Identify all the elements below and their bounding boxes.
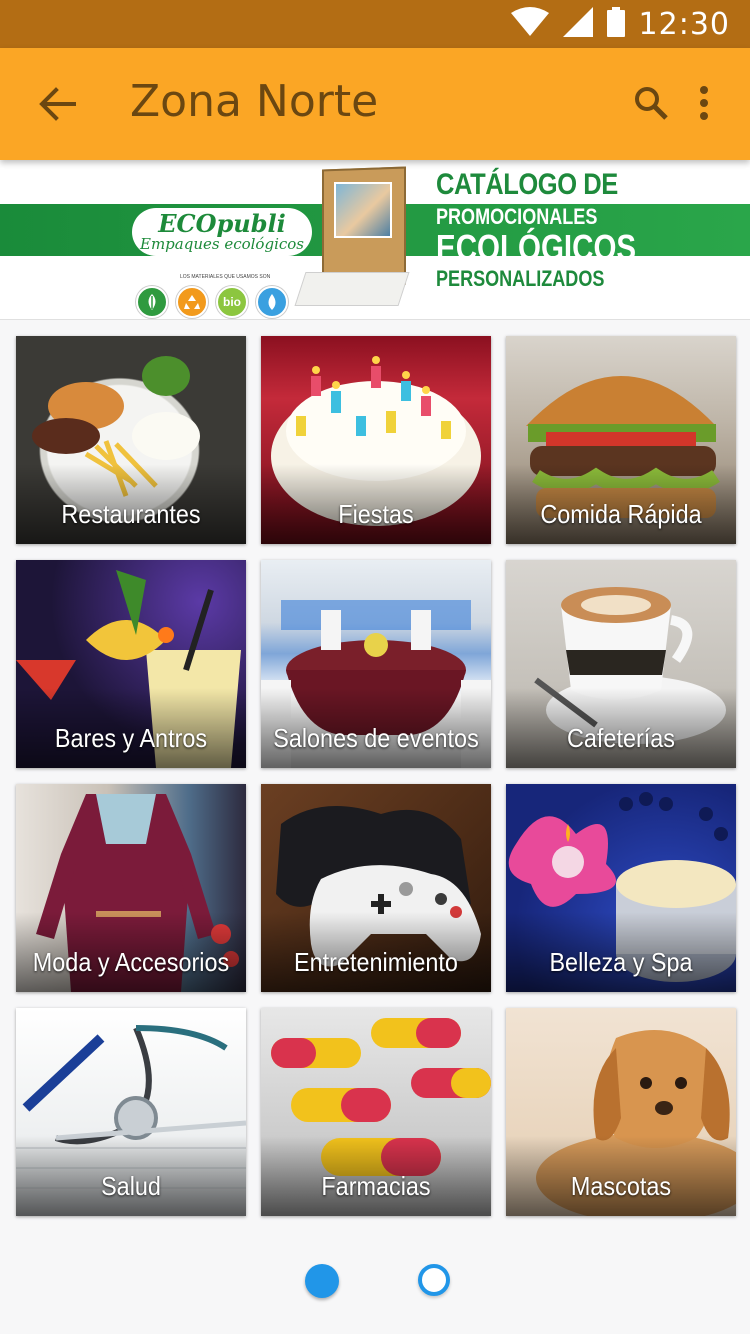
category-label: Belleza y Spa: [549, 947, 693, 977]
page-dot-2[interactable]: [418, 1264, 450, 1296]
page-title: Zona Norte: [130, 76, 379, 127]
more-vert-icon: [699, 85, 709, 125]
category-tile-mascotas[interactable]: Mascotas: [506, 1008, 736, 1216]
category-tile-restaurantes[interactable]: Restaurantes: [16, 336, 246, 544]
category-label: Salones de eventos: [273, 723, 479, 753]
category-tile-entretenimiento[interactable]: Entretenimiento: [261, 784, 491, 992]
leaf-icon: [136, 286, 168, 318]
wifi-icon: [510, 6, 549, 42]
catalog-book-image: [294, 166, 410, 310]
logo-sub-text: Empaques ecológicos: [140, 235, 304, 253]
category-label: Cafeterías: [567, 723, 675, 753]
category-tile-fiestas[interactable]: Fiestas: [261, 336, 491, 544]
status-icons: 12:30: [510, 0, 730, 48]
banner-heading-line3: ECOLÓGICOS: [436, 227, 637, 268]
status-bar: 12:30: [0, 0, 750, 48]
signal-icon: [562, 6, 593, 42]
material-badges: bio: [136, 286, 288, 318]
banner-heading-line2: PROMOCIONALES: [436, 204, 598, 229]
banner-heading-line4: PERSONALIZADOS: [436, 266, 605, 291]
banner-heading: CATÁLOGO DE PROMOCIONALES ECOLÓGICOS PER…: [436, 170, 680, 290]
category-tile-cafeterias[interactable]: Cafeterías: [506, 560, 736, 768]
catalog-photo: [334, 182, 392, 238]
search-icon: [633, 85, 669, 126]
category-tile-comida-rapida[interactable]: Comida Rápida: [506, 336, 736, 544]
page-dot-1[interactable]: [305, 1264, 339, 1298]
search-button[interactable]: [624, 78, 678, 132]
category-label: Comida Rápida: [540, 499, 702, 529]
category-label: Bares y Antros: [54, 723, 208, 753]
status-time: 12:30: [638, 6, 730, 42]
page-indicator: [0, 1262, 750, 1298]
recycle-icon: [176, 286, 208, 318]
back-button[interactable]: [28, 76, 88, 136]
app-bar: Zona Norte: [0, 48, 750, 160]
category-grid: Restaurantes Fiestas Comida Rápida Bares…: [16, 336, 736, 1216]
bio-icon: bio: [216, 286, 248, 318]
category-label: Entretenimiento: [294, 947, 458, 977]
category-label: Fiestas: [338, 499, 414, 529]
category-tile-salud[interactable]: Salud: [16, 1008, 246, 1216]
category-label: Salud: [101, 1171, 161, 1201]
category-tile-moda-y-accesorios[interactable]: Moda y Accesorios: [16, 784, 246, 992]
category-tile-salones-de-eventos[interactable]: Salones de eventos: [261, 560, 491, 768]
ecopubli-logo: ECOpubli Empaques ecológicos: [132, 208, 312, 256]
category-label: Moda y Accesorios: [32, 947, 230, 977]
category-label: Restaurantes: [61, 499, 201, 529]
category-label: Mascotas: [570, 1171, 672, 1201]
more-options-button[interactable]: [682, 78, 726, 132]
banner-small-note: LOS MATERIALES QUE USAMOS SON: [180, 274, 271, 280]
water-drop-icon: [256, 286, 288, 318]
banner-heading-line1: CATÁLOGO DE: [436, 168, 618, 201]
category-tile-belleza-y-spa[interactable]: Belleza y Spa: [506, 784, 736, 992]
promo-banner[interactable]: ECOpubli Empaques ecológicos LOS MATERIA…: [0, 160, 750, 320]
category-tile-bares-y-antros[interactable]: Bares y Antros: [16, 560, 246, 768]
category-tile-farmacias[interactable]: Farmacias: [261, 1008, 491, 1216]
logo-main-text: ECOpubli: [158, 209, 286, 238]
battery-icon: [606, 6, 625, 42]
arrow-back-icon: [38, 86, 78, 127]
category-label: Farmacias: [321, 1171, 431, 1201]
